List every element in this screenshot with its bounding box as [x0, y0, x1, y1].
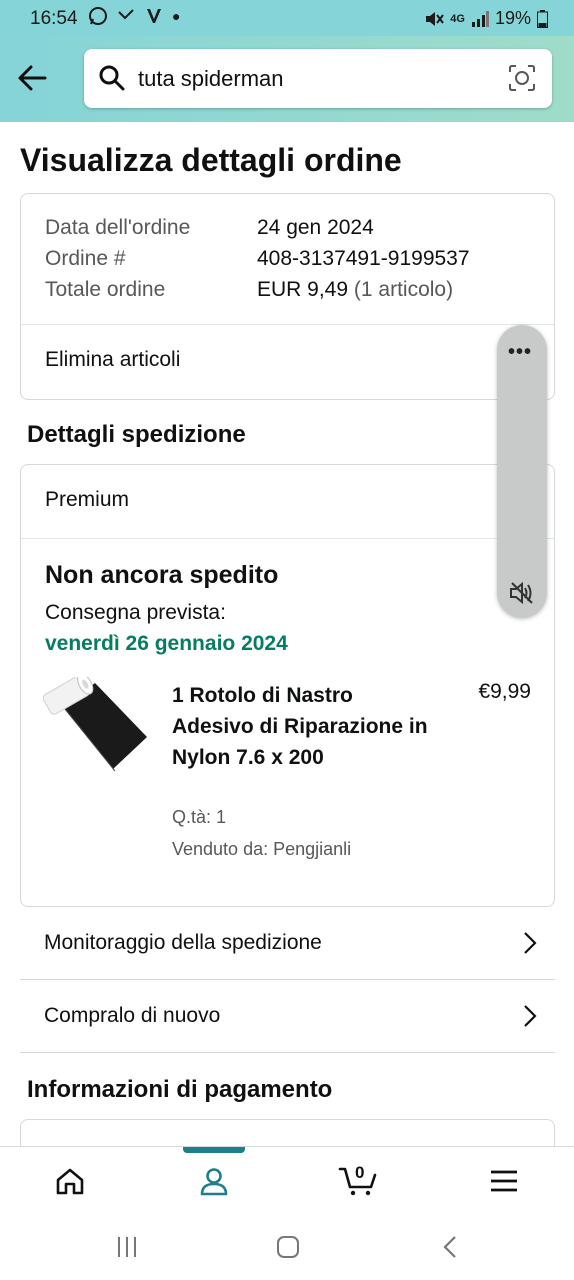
cart-count-badge: 0: [355, 1163, 365, 1182]
product-image[interactable]: [43, 677, 147, 781]
person-icon: [200, 1168, 228, 1196]
home-square-icon: [277, 1236, 299, 1258]
search-input[interactable]: tuta spiderman: [84, 49, 552, 108]
delete-items-link[interactable]: Elimina articoli: [45, 348, 180, 372]
mute-icon: [426, 11, 445, 26]
track-shipment-label: Monitoraggio della spedizione: [44, 931, 322, 954]
floating-volume-panel[interactable]: •••: [497, 325, 547, 618]
buy-again-row[interactable]: Compralo di nuovo: [20, 980, 555, 1053]
order-total-items: (1 articolo): [353, 278, 454, 301]
status-time: 16:54: [30, 8, 78, 29]
track-shipment-row[interactable]: Monitoraggio della spedizione: [20, 907, 555, 980]
product-title[interactable]: 1 Rotolo di Nastro Adesivo di Riparazion…: [172, 680, 432, 773]
chevron-right-icon: [524, 1005, 537, 1027]
order-total-value: EUR 9,49 (1 articolo): [257, 278, 453, 302]
payment-section-title: Informazioni di pagamento: [27, 1076, 333, 1103]
back-button[interactable]: [14, 60, 50, 96]
home-icon: [56, 1168, 84, 1195]
search-icon: [99, 65, 125, 91]
chevron-right-icon: [524, 932, 537, 954]
whatsapp-icon: [89, 7, 107, 25]
back-chevron-icon: [443, 1236, 456, 1258]
back-system-button[interactable]: [430, 1232, 470, 1262]
order-date-value: 24 gen 2024: [257, 216, 374, 239]
recent-apps-icon: [118, 1237, 136, 1257]
arrow-left-icon: [18, 65, 47, 91]
hamburger-menu-icon: [491, 1170, 517, 1192]
signal-icon: [471, 10, 489, 27]
shipment-section-title: Dettagli spedizione: [27, 421, 246, 448]
order-number-value: 408-3137491-9199537: [257, 247, 470, 270]
nav-menu[interactable]: [454, 1147, 554, 1215]
search-query: tuta spiderman: [138, 66, 284, 91]
bottom-nav: [0, 1146, 574, 1214]
camera-lens-icon[interactable]: [508, 64, 536, 92]
product-seller: Venduto da: Pengjianli: [172, 839, 352, 859]
expected-delivery-label: Consegna prevista:: [45, 601, 226, 624]
more-options-icon[interactable]: •••: [508, 341, 532, 364]
shipment-status: Non ancora spedito: [45, 561, 279, 589]
divider: [21, 324, 554, 325]
order-number-label: Ordine #: [45, 247, 126, 270]
order-total-label: Totale ordine: [45, 278, 166, 301]
buy-again-label: Compralo di nuovo: [44, 1004, 221, 1027]
missed-call-icon: [118, 9, 134, 20]
system-nav-bar: [0, 1214, 574, 1280]
battery-percent: 19%: [494, 8, 531, 28]
notification-dot-icon: ●: [172, 8, 181, 24]
sound-off-icon[interactable]: [508, 579, 536, 607]
product-quantity: Q.tà: 1: [172, 807, 227, 827]
shipment-card: Premium Non ancora spedito Consegna prev…: [20, 464, 555, 907]
page-title: Visualizza dettagli ordine: [20, 142, 402, 178]
shipping-type: Premium: [45, 488, 130, 511]
order-summary-card: Data dell'ordine 24 gen 2024 Ordine # 40…: [20, 193, 555, 400]
product-price: €9,99: [478, 680, 531, 703]
nav-account[interactable]: [164, 1147, 264, 1215]
home-system-button[interactable]: [268, 1232, 308, 1262]
status-bar: 16:54 ● 4G 19%: [0, 0, 574, 36]
network-type: 4G: [450, 12, 465, 25]
recent-apps-button[interactable]: [107, 1232, 147, 1262]
v-app-icon: [147, 9, 161, 23]
battery-icon: [537, 9, 548, 28]
order-total-amount: EUR 9,49: [257, 278, 349, 301]
nav-home[interactable]: [20, 1147, 120, 1215]
divider: [21, 538, 554, 539]
expected-delivery-date: venerdì 26 gennaio 2024: [45, 632, 288, 655]
order-date-label: Data dell'ordine: [45, 216, 191, 239]
search-header: tuta spiderman: [0, 36, 574, 122]
